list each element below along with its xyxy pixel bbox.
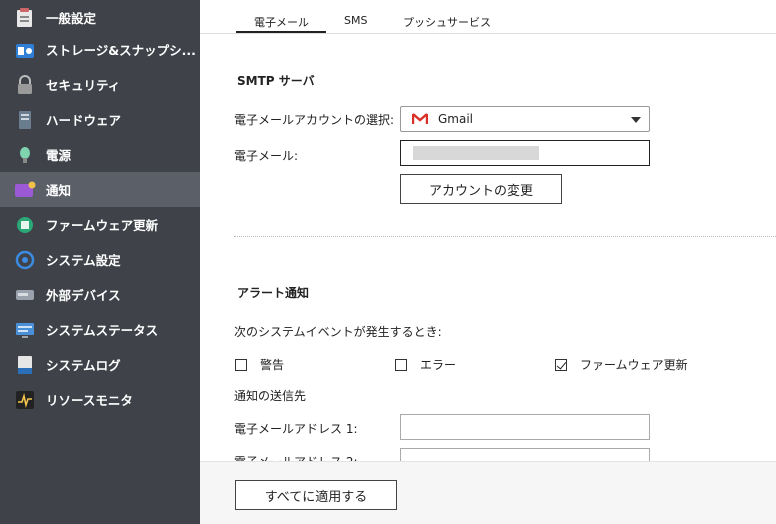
sidebar-item-label: システムログ — [46, 358, 121, 373]
email-address-1-label: 電子メールアドレス 1: — [234, 422, 358, 436]
sidebar-item-label: システム設定 — [46, 253, 121, 268]
redacted-email-blur — [413, 146, 539, 160]
system-settings-icon — [14, 249, 36, 271]
sidebar-item-label: 電源 — [46, 148, 72, 163]
email-label: 電子メール: — [234, 149, 299, 163]
firmware-update-checkbox[interactable] — [555, 358, 567, 371]
sidebar-item-resource-monitor[interactable]: リソースモニタ — [0, 382, 200, 417]
sidebar-item-label: 外部デバイス — [46, 288, 121, 303]
change-account-button[interactable]: アカウントの変更 — [400, 174, 562, 204]
sidebar-item-label: ストレージ&スナップシ... — [46, 43, 196, 58]
footer-bar: すべてに適用する — [200, 461, 776, 524]
email-account-label: 電子メールアカウントの選択: — [234, 113, 395, 127]
sidebar-item-firmware-update[interactable]: ファームウェア更新 — [0, 207, 200, 242]
recipients-title: 通知の送信先 — [234, 389, 307, 403]
system-log-icon — [14, 354, 36, 376]
tab-email[interactable]: 電子メール — [254, 14, 309, 30]
sidebar-item-label: セキュリティ — [46, 78, 121, 93]
error-checkbox-label: エラー — [420, 358, 457, 372]
sidebar-item-system-status[interactable]: システムステータス — [0, 312, 200, 347]
email-account-value: Gmail — [438, 112, 474, 126]
power-bulb-icon — [14, 144, 36, 166]
sidebar: 一般設定 ストレージ&スナップシ... セキュリティ ハードウェア 電源 通知 — [0, 0, 200, 524]
general-settings-icon — [14, 7, 36, 29]
resource-monitor-icon — [14, 389, 36, 411]
storage-icon — [14, 39, 36, 61]
sidebar-item-label: 通知 — [46, 183, 72, 198]
sidebar-item-general-settings[interactable]: 一般設定 — [0, 0, 200, 35]
warning-checkbox-label: 警告 — [260, 358, 285, 372]
sidebar-item-notification[interactable]: 通知 — [0, 172, 200, 207]
alert-notification-title: アラート通知 — [237, 286, 310, 300]
sidebar-item-label: ハードウェア — [46, 113, 122, 128]
firmware-update-checkbox-row[interactable]: ファームウェア更新 — [555, 356, 688, 373]
sidebar-item-label: システムステータス — [46, 323, 159, 338]
warning-checkbox[interactable] — [235, 358, 247, 371]
apply-all-button[interactable]: すべてに適用する — [235, 480, 397, 510]
sidebar-item-system-settings[interactable]: システム設定 — [0, 242, 200, 277]
sidebar-item-system-log[interactable]: システムログ — [0, 347, 200, 382]
email-account-select[interactable]: Gmail — [400, 106, 650, 132]
hardware-icon — [14, 109, 36, 131]
email-field[interactable] — [400, 140, 650, 166]
sidebar-item-label: 一般設定 — [46, 11, 97, 26]
firmware-update-checkbox-label: ファームウェア更新 — [580, 358, 688, 372]
sidebar-item-security[interactable]: セキュリティ — [0, 67, 200, 102]
smtp-server-title: SMTP サーバ — [237, 74, 315, 88]
error-checkbox-row[interactable]: エラー — [395, 356, 456, 373]
sidebar-item-hardware[interactable]: ハードウェア — [0, 102, 200, 137]
system-status-icon — [14, 319, 36, 341]
tab-bar: 電子メール SMS プッシュサービス — [200, 0, 776, 34]
external-device-icon — [14, 284, 36, 306]
lock-icon — [14, 74, 36, 96]
error-checkbox[interactable] — [395, 358, 407, 371]
main-panel: 電子メール SMS プッシュサービス SMTP サーバ 電子メールアカウントの選… — [200, 0, 776, 524]
sidebar-item-label: リソースモニタ — [46, 393, 133, 408]
warning-checkbox-row[interactable]: 警告 — [235, 356, 284, 373]
sidebar-item-label: ファームウェア更新 — [46, 218, 159, 233]
notification-icon — [14, 179, 36, 201]
sidebar-item-storage[interactable]: ストレージ&スナップシ... — [0, 32, 200, 67]
tab-sms[interactable]: SMS — [344, 14, 367, 27]
sidebar-item-power[interactable]: 電源 — [0, 137, 200, 172]
tab-push-service[interactable]: プッシュサービス — [403, 14, 491, 30]
gmail-icon — [412, 113, 428, 125]
section-divider — [234, 236, 776, 237]
sidebar-item-external-device[interactable]: 外部デバイス — [0, 277, 200, 312]
email-address-1-field[interactable] — [400, 414, 650, 440]
tab-divider — [200, 33, 776, 34]
firmware-update-icon — [14, 214, 36, 236]
chevron-down-icon — [631, 117, 641, 123]
event-prompt-label: 次のシステムイベントが発生するとき: — [234, 325, 442, 339]
